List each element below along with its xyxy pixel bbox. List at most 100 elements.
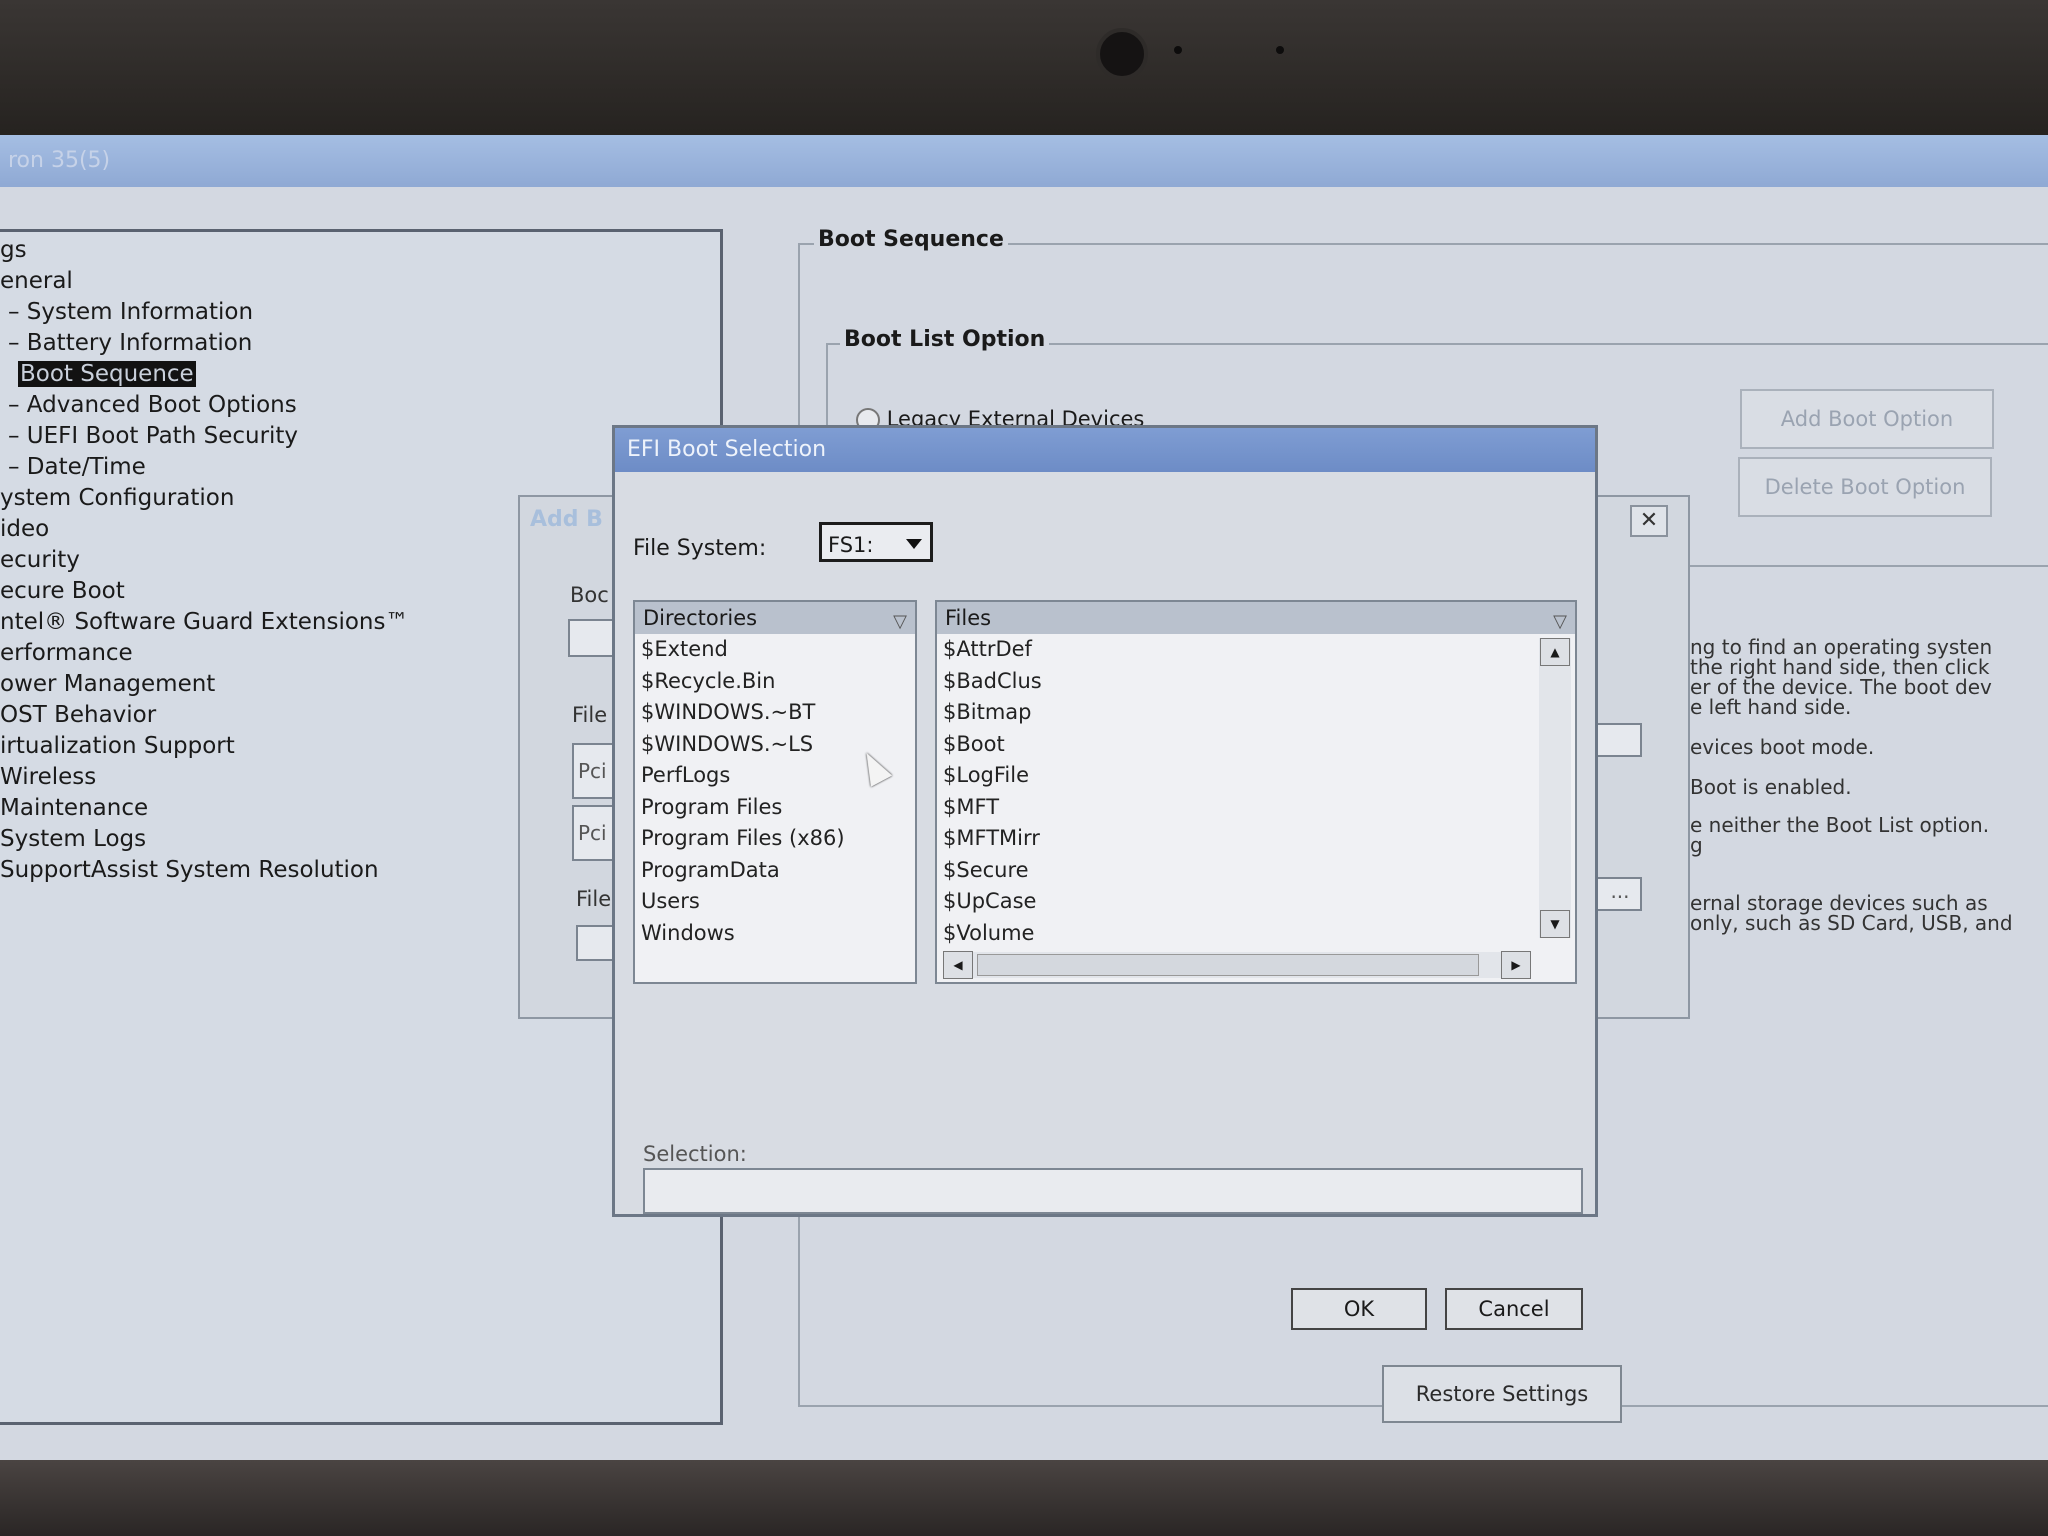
tree-item[interactable]: – Advanced Boot Options xyxy=(0,390,409,421)
sensor-dot xyxy=(1174,46,1182,54)
tree-item-label: Wireless xyxy=(0,764,97,790)
tree-item[interactable]: ower Management xyxy=(0,669,409,700)
efi-dialog-title: EFI Boot Selection xyxy=(615,428,1595,472)
directories-header[interactable]: Directories ▽ xyxy=(635,602,915,634)
tree-item-label: – Date/Time xyxy=(8,454,146,480)
tree-item[interactable]: – Date/Time xyxy=(0,452,409,483)
tree-item-label: ecure Boot xyxy=(0,578,125,604)
settings-tree: gs eneral – System Information – Battery In… xyxy=(0,235,409,886)
close-icon[interactable]: ✕ xyxy=(1630,505,1668,537)
tree-item-label: – UEFI Boot Path Security xyxy=(8,423,299,449)
tree-item[interactable]: gs xyxy=(0,235,409,266)
directory-item[interactable]: $Recycle.Bin xyxy=(635,666,915,698)
file-system-label: File System: xyxy=(633,536,767,561)
sensor-dot xyxy=(1276,46,1284,54)
tree-item[interactable]: OST Behavior xyxy=(0,700,409,731)
arrow-left-icon[interactable]: ◀ xyxy=(943,951,973,979)
selection-label: Selection: xyxy=(643,1142,747,1166)
tree-item-label: System Logs xyxy=(0,826,147,852)
file-item[interactable]: $MFT xyxy=(937,792,1575,824)
directory-item[interactable]: Windows xyxy=(635,918,915,950)
files-header-label: Files xyxy=(945,606,992,630)
delete-boot-option-button[interactable]: Delete Boot Option xyxy=(1738,457,1992,517)
add-boot-field-right[interactable] xyxy=(1594,723,1642,757)
tree-item[interactable]: ecurity xyxy=(0,545,409,576)
add-boot-option-button[interactable]: Add Boot Option xyxy=(1740,389,1994,449)
file-item[interactable]: $UpCase xyxy=(937,886,1575,918)
boot-description-field[interactable] xyxy=(568,619,616,657)
tree-item[interactable]: Boot Sequence xyxy=(0,359,409,390)
horizontal-scrollbar[interactable]: ◀ ▶ xyxy=(943,951,1531,979)
tree-item[interactable]: SupportAssist System Resolution xyxy=(0,855,409,886)
file-item[interactable]: $MFTMirr xyxy=(937,823,1575,855)
boot-sequence-legend: Boot Sequence xyxy=(814,227,1008,252)
tree-item-label: ideo xyxy=(0,516,50,542)
tree-item-label: ntel® Software Guard Extensions™ xyxy=(0,609,409,635)
files-list[interactable]: Files ▽ $AttrDef $BadClus $Bitmap $Boot $Log… xyxy=(935,600,1577,984)
tree-item[interactable]: – UEFI Boot Path Security xyxy=(0,421,409,452)
file-item[interactable]: $Volume xyxy=(937,918,1575,950)
directory-item[interactable]: $Extend xyxy=(635,634,915,666)
directory-item[interactable]: Users xyxy=(635,886,915,918)
tree-item-label: – System Information xyxy=(8,299,254,325)
file-item[interactable]: $Secure xyxy=(937,855,1575,887)
tree-item[interactable]: eneral xyxy=(0,266,409,297)
tree-item[interactable]: Wireless xyxy=(0,762,409,793)
ok-button[interactable]: OK xyxy=(1291,1288,1427,1330)
files-header[interactable]: Files ▽ xyxy=(937,602,1575,634)
directory-item[interactable]: $WINDOWS.~BT xyxy=(635,697,915,729)
file-item[interactable]: $AttrDef xyxy=(937,634,1575,666)
directory-item[interactable]: ProgramData xyxy=(635,855,915,887)
restore-settings-button[interactable]: Restore Settings xyxy=(1382,1365,1622,1423)
tree-item[interactable]: ideo xyxy=(0,514,409,545)
funnel-icon[interactable]: ▽ xyxy=(893,606,907,638)
tree-item-label: – Advanced Boot Options xyxy=(8,392,297,418)
tree-item[interactable]: – Battery Information xyxy=(0,328,409,359)
tree-item-label: ystem Configuration xyxy=(0,485,235,511)
directories-header-label: Directories xyxy=(643,606,758,630)
selection-field[interactable] xyxy=(643,1168,1583,1214)
tree-item-label: gs xyxy=(0,237,27,263)
tree-item[interactable]: irtualization Support xyxy=(0,731,409,762)
tree-item[interactable]: ntel® Software Guard Extensions™ xyxy=(0,607,409,638)
help-text-line: g xyxy=(1690,833,1703,857)
arrow-up-icon[interactable]: ▲ xyxy=(1540,638,1570,666)
tree-item[interactable]: Maintenance xyxy=(0,793,409,824)
funnel-icon[interactable]: ▽ xyxy=(1553,606,1567,638)
scroll-thumb[interactable] xyxy=(977,954,1479,976)
file-item[interactable]: $BadClus xyxy=(937,666,1575,698)
boot-description-label: Boc xyxy=(570,583,609,607)
file-item[interactable]: $Bitmap xyxy=(937,697,1575,729)
help-text-line: only, such as SD Card, USB, and xyxy=(1690,911,2013,935)
file-item[interactable]: $Boot xyxy=(937,729,1575,761)
add-boot-dialog-title: Add B xyxy=(530,507,603,532)
tree-item[interactable]: ystem Configuration xyxy=(0,483,409,514)
tree-item[interactable]: erformance xyxy=(0,638,409,669)
help-text-line: Boot is enabled. xyxy=(1690,775,1852,799)
laptop-bezel-top xyxy=(0,0,2048,140)
chevron-down-icon[interactable] xyxy=(906,539,922,549)
bios-screen: ron 35(5) gs eneral – System Information – … xyxy=(0,135,2048,1495)
file-system-value: FS1: xyxy=(828,533,874,557)
tree-item-label: ower Management xyxy=(0,671,216,697)
directory-item[interactable]: Program Files (x86) xyxy=(635,823,915,855)
directories-list[interactable]: Directories ▽ $Extend $Recycle.Bin $WINDOW… xyxy=(633,600,917,984)
arrow-down-icon[interactable]: ▼ xyxy=(1540,910,1570,938)
file-system-select[interactable]: FS1: xyxy=(819,522,933,562)
tree-item[interactable]: ecure Boot xyxy=(0,576,409,607)
arrow-right-icon[interactable]: ▶ xyxy=(1501,951,1531,979)
directory-item[interactable]: Program Files xyxy=(635,792,915,824)
tree-item[interactable]: System Logs xyxy=(0,824,409,855)
browse-button[interactable]: ... xyxy=(1594,877,1642,911)
vertical-scrollbar[interactable]: ▲ ▼ xyxy=(1539,638,1571,938)
help-text-line: e neither the Boot List option. xyxy=(1690,813,1990,837)
tree-item-label: erformance xyxy=(0,640,133,666)
tree-item[interactable]: – System Information xyxy=(0,297,409,328)
help-text-line: e left hand side. xyxy=(1690,695,1852,719)
file-system-label: File xyxy=(572,703,608,727)
efi-boot-selection-dialog: EFI Boot Selection File System: FS1: Dir… xyxy=(612,425,1598,1330)
file-item[interactable]: $LogFile xyxy=(937,760,1575,792)
file-name-label: File xyxy=(576,887,612,911)
cancel-button[interactable]: Cancel xyxy=(1445,1288,1583,1330)
tree-item-label: Maintenance xyxy=(0,795,149,821)
